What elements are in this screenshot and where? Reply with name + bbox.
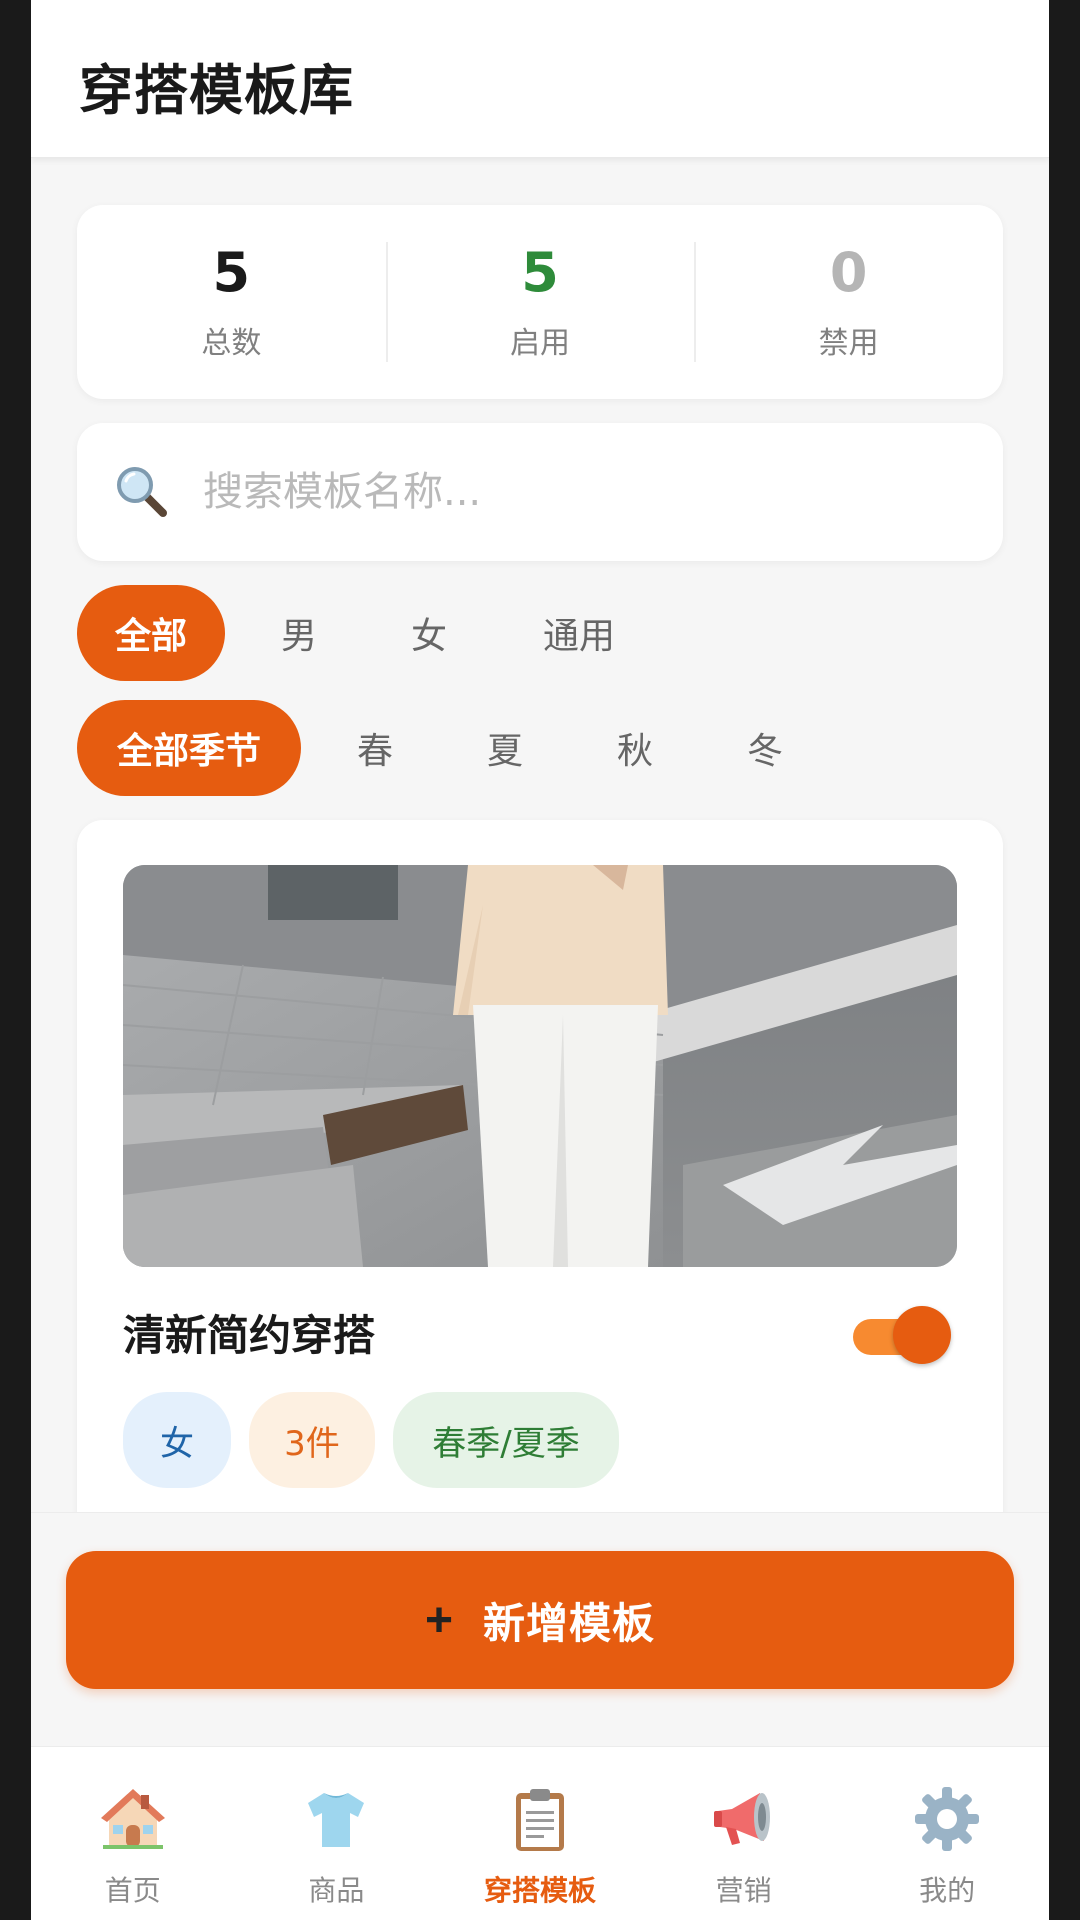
nav-label-home: 首页: [104, 1874, 161, 1907]
template-image[interactable]: [123, 865, 957, 1267]
tag-item-count: 3件: [249, 1392, 375, 1488]
season-chip-all[interactable]: 全部季节: [77, 700, 301, 796]
gender-filter: 全部 男 女 通用: [77, 585, 673, 681]
search-icon: [117, 467, 167, 517]
nav-label-mine: 我的: [919, 1874, 976, 1907]
nav-label-outfit-templates: 穿搭模板: [483, 1874, 596, 1907]
template-enable-toggle[interactable]: [853, 1306, 951, 1364]
stat-total-label: 总数: [201, 326, 262, 361]
season-chip-spring[interactable]: 春: [301, 700, 449, 796]
gender-chip-all[interactable]: 全部: [77, 585, 225, 681]
nav-item-marketing[interactable]: 营销: [642, 1747, 846, 1920]
nav-item-home[interactable]: 首页: [31, 1747, 235, 1920]
stat-total-value: 5: [212, 241, 251, 304]
add-template-button[interactable]: + 新增模板: [66, 1551, 1014, 1689]
stat-total: 5 总数: [77, 242, 386, 362]
plus-icon: +: [424, 1593, 453, 1647]
template-tags: 女 3件 春季/夏季: [123, 1392, 619, 1488]
toggle-knob: [893, 1306, 951, 1364]
gear-icon: [915, 1787, 980, 1851]
nav-label-marketing: 营销: [715, 1874, 772, 1907]
season-chip-winter[interactable]: 冬: [709, 700, 821, 796]
nav-label-products: 商品: [308, 1874, 365, 1907]
stats-card: 5 总数 5 启用 0 禁用: [77, 205, 1003, 399]
stat-enabled-value: 5: [521, 241, 559, 304]
app-screen: 穿搭模板库 5 总数 5 启用 0 禁用 全部 男 女 通用 全部季节: [31, 0, 1049, 1920]
gender-chip-male[interactable]: 男: [225, 585, 373, 681]
nav-item-mine[interactable]: 我的: [845, 1747, 1049, 1920]
page-title: 穿搭模板库: [79, 59, 354, 122]
house-icon: [100, 1789, 165, 1849]
season-chip-summer[interactable]: 夏: [449, 700, 561, 796]
clipboard-icon: [515, 1789, 564, 1851]
outfit-photo: [123, 865, 957, 1267]
add-button-bar: + 新增模板: [31, 1512, 1049, 1746]
app-header: 穿搭模板库: [31, 0, 1049, 158]
tshirt-icon: [308, 1793, 365, 1847]
search-input[interactable]: [203, 459, 963, 525]
template-title: 清新简约穿搭: [123, 1311, 376, 1360]
stat-disabled-label: 禁用: [818, 326, 879, 361]
nav-item-products[interactable]: 商品: [235, 1747, 439, 1920]
tag-gender: 女: [123, 1392, 231, 1488]
bottom-nav: 首页 商品 穿搭模板 营销 我的: [31, 1746, 1049, 1920]
stat-enabled: 5 启用: [385, 241, 695, 362]
stat-enabled-label: 启用: [510, 326, 570, 361]
megaphone-icon: [713, 1793, 770, 1845]
season-filter: 全部季节 春 夏 秋 冬: [77, 700, 821, 796]
nav-item-outfit-templates[interactable]: 穿搭模板: [438, 1747, 642, 1920]
season-chip-autumn[interactable]: 秋: [561, 700, 709, 796]
search-bar[interactable]: [77, 423, 1003, 561]
stat-disabled: 0 禁用: [694, 242, 1003, 362]
add-template-label: 新增模板: [483, 1599, 656, 1647]
gender-chip-unisex[interactable]: 通用: [485, 585, 673, 681]
gender-chip-female[interactable]: 女: [373, 585, 485, 681]
template-card[interactable]: 清新简约穿搭 女 3件 春季/夏季: [77, 820, 1003, 1580]
tag-season: 春季/夏季: [393, 1392, 619, 1488]
stat-disabled-value: 0: [829, 241, 868, 304]
